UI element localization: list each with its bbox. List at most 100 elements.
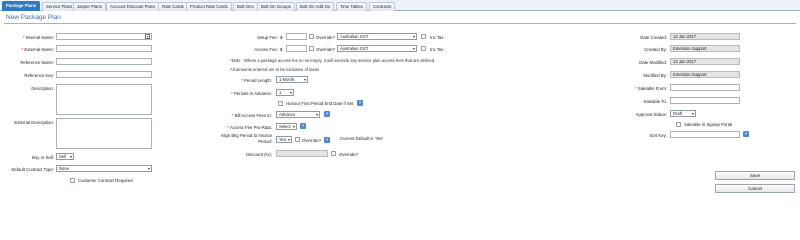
tab-bar: Package Plans Service Plans Jasper Plans… xyxy=(0,0,800,11)
reference-name-label: Reference Name: xyxy=(20,60,54,65)
chevron-down-icon: ▾ xyxy=(412,34,415,39)
help-icon[interactable]: ? xyxy=(300,123,306,129)
saleable-from-input[interactable] xyxy=(670,84,740,91)
description-label: Description: xyxy=(31,86,54,91)
tab-bolt-ons[interactable]: Bolt-Ons xyxy=(233,2,258,11)
setup-fee-tax-select[interactable]: Australian GST ▾ xyxy=(337,33,417,40)
discount-override-label: Override? xyxy=(339,152,358,157)
sort-key-input[interactable] xyxy=(670,131,740,138)
help-icon[interactable]: ? xyxy=(324,111,330,117)
help-icon[interactable]: ? xyxy=(324,137,330,143)
page-title: New Package Plan xyxy=(6,14,61,21)
external-description-textarea[interactable] xyxy=(56,118,152,149)
setup-fee-currency: $ xyxy=(280,35,283,40)
reference-name-input[interactable] xyxy=(56,58,152,65)
access-fee-label: Access Fee: xyxy=(254,47,278,52)
saleable-signup-label: Saleable in Signup Portal xyxy=(684,122,733,127)
setup-fee-input[interactable] xyxy=(286,33,307,40)
discount-label: Discount (%): xyxy=(246,152,272,157)
period-length-select[interactable]: 1 Month ▾ xyxy=(276,76,308,83)
setup-fee-override-checkbox[interactable] xyxy=(309,34,314,39)
chevron-down-icon: ▾ xyxy=(147,166,150,171)
chevron-down-icon: ▾ xyxy=(292,124,295,129)
honour-first-period-checkbox[interactable] xyxy=(278,101,283,106)
external-name-input[interactable] xyxy=(56,45,152,52)
created-by-value: Emersion Support xyxy=(670,45,740,52)
tab-bolt-on-add-on[interactable]: Bolt-On Add-On xyxy=(296,2,335,11)
save-button[interactable]: Save xyxy=(715,171,795,180)
external-description-label: External Description: xyxy=(14,120,54,125)
setup-fee-label: Setup Fee: xyxy=(256,35,278,40)
tab-bolt-on-groups[interactable]: Bolt-On Groups xyxy=(257,2,295,11)
date-modified-value: 13 Jan 2017 xyxy=(670,58,740,65)
chevron-down-icon: ▾ xyxy=(69,154,72,159)
periods-in-advance-select[interactable]: 1 ▾ xyxy=(276,89,294,96)
reference-key-input[interactable] xyxy=(56,71,152,78)
saleable-signup-checkbox[interactable] xyxy=(676,122,681,127)
tab-service-plans[interactable]: Service Plans xyxy=(42,2,77,11)
current-default-label: Current Default is 'Yes' xyxy=(340,136,384,141)
align-bkg-period-select[interactable]: Yes ▾ xyxy=(276,136,292,143)
internal-name-label: * Internal Name: xyxy=(22,35,54,40)
align-bkg-override-label: Override? xyxy=(302,138,321,143)
saleable-from-label: * Saleable From: xyxy=(634,86,667,91)
approval-status-select[interactable]: Draft ▾ xyxy=(670,110,696,117)
access-fee-currency: $ xyxy=(280,47,283,52)
chevron-down-icon: ▾ xyxy=(315,112,318,117)
access-fee-tax-select[interactable]: Australian GST ▾ xyxy=(337,45,417,52)
tab-time-tables[interactable]: Time Tables xyxy=(336,2,367,11)
align-bkg-override-checkbox[interactable] xyxy=(295,137,300,142)
discount-override-checkbox[interactable] xyxy=(331,151,336,156)
title-divider xyxy=(4,23,796,24)
access-fee-input[interactable] xyxy=(286,45,307,52)
access-fee-prorata-label: * Access Fee Pro-Rata: xyxy=(227,125,272,130)
chevron-down-icon: ▾ xyxy=(691,111,694,116)
grid-icon[interactable] xyxy=(145,34,150,39)
saleable-to-label: Saleable To: xyxy=(643,99,667,104)
setup-fee-override-label: Override? xyxy=(316,35,335,40)
setup-fee-inc-tax-label: Inc Tax xyxy=(430,35,444,40)
external-name-label: * External Name: xyxy=(21,47,55,52)
saleable-to-input[interactable] xyxy=(670,97,740,104)
chevron-down-icon: ▾ xyxy=(287,137,290,142)
buy-or-sell-label: Buy or Sell: xyxy=(32,155,54,160)
chevron-down-icon: ▾ xyxy=(303,77,306,82)
setup-fee-inc-tax-checkbox[interactable] xyxy=(421,34,426,39)
tab-account-discount-plans[interactable]: Account Discount Plans xyxy=(106,2,160,11)
cancel-button[interactable]: Cancel xyxy=(715,184,795,193)
bill-access-fees-label: * Bill Access Fees In: xyxy=(231,113,272,118)
approval-status-label: Approval Status: xyxy=(635,112,667,117)
access-fee-prorata-select[interactable]: Select ▾ xyxy=(276,123,297,130)
date-modified-label: Date Modified: xyxy=(639,60,667,65)
description-textarea[interactable] xyxy=(56,84,152,115)
access-fee-note: *Note : Where a package access fee is no… xyxy=(230,58,436,63)
created-by-label: Created By: xyxy=(644,47,667,52)
modified-by-value: Emersion Support xyxy=(670,71,740,78)
internal-name-input[interactable] xyxy=(56,33,152,40)
bill-access-fees-select[interactable]: Advance ▾ xyxy=(276,111,320,118)
access-fee-inc-tax-checkbox[interactable] xyxy=(421,46,426,51)
tab-package-plans[interactable]: Package Plans xyxy=(2,1,41,11)
tab-contracts[interactable]: Contracts xyxy=(369,2,396,11)
access-fee-override-checkbox[interactable] xyxy=(309,46,314,51)
date-created-value: 13 Jan 2017 xyxy=(670,33,740,40)
help-icon[interactable]: ? xyxy=(743,131,749,137)
tab-jasper-plans[interactable]: Jasper Plans xyxy=(73,2,106,11)
discount-input[interactable] xyxy=(276,150,328,157)
chevron-down-icon: ▾ xyxy=(289,90,292,95)
help-icon[interactable]: ? xyxy=(357,100,363,106)
reference-key-label: Reference Key: xyxy=(24,73,54,78)
buy-or-sell-select[interactable]: Sell ▾ xyxy=(56,153,74,160)
modified-by-label: Modified By: xyxy=(643,73,667,78)
periods-in-advance-label: * Periods in Advance: xyxy=(231,91,272,96)
taxes-note: All amounts entered are to be exclusive … xyxy=(230,67,320,72)
access-fee-inc-tax-label: Inc Tax xyxy=(430,47,444,52)
tab-rate-cards[interactable]: Rate Cards xyxy=(158,2,188,11)
date-created-label: Date Created: xyxy=(640,35,667,40)
default-contract-type-label: Default Contract Type: xyxy=(11,167,54,172)
align-bkg-period-label: Align Bkg Period to Invoice Period: xyxy=(220,133,272,144)
customer-contract-required-checkbox[interactable] xyxy=(70,178,75,183)
tab-product-rate-cards[interactable]: Product Rate Cards xyxy=(186,2,232,11)
customer-contract-required-label: Customer Contract Required xyxy=(78,178,133,183)
default-contract-type-select[interactable]: None ▾ xyxy=(56,165,152,172)
